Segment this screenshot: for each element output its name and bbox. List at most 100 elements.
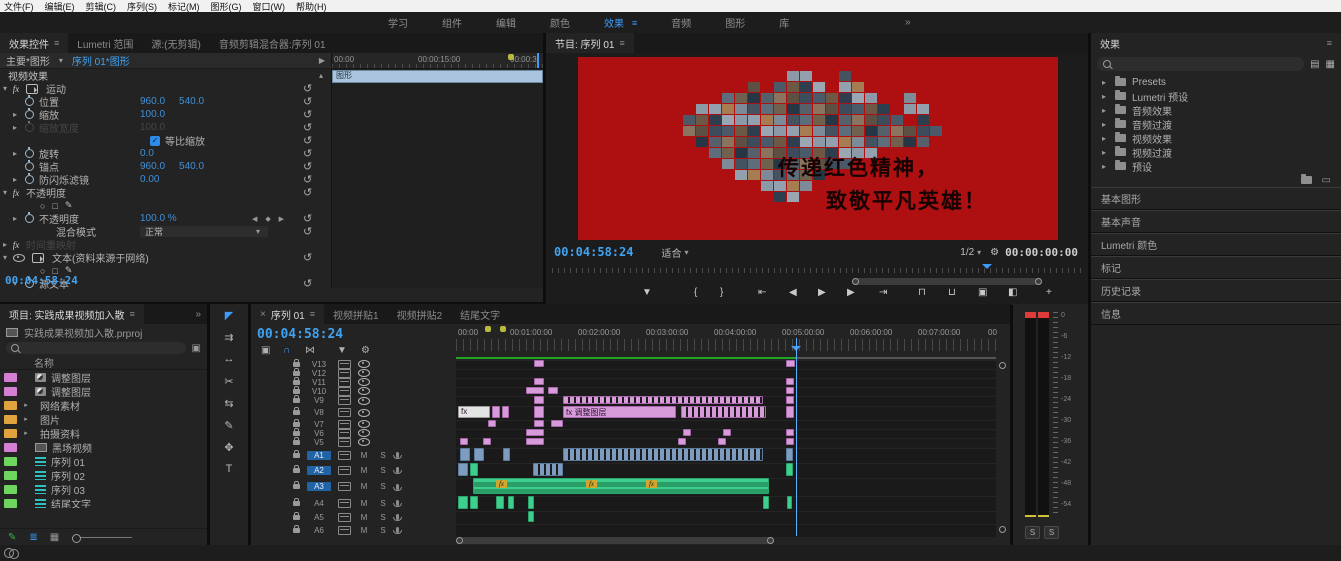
slip-tool[interactable]: ⇆ [210, 392, 248, 414]
timeline-clip[interactable] [460, 438, 468, 445]
type-tool[interactable]: T [210, 458, 248, 480]
panel-header-基本声音[interactable]: 基本声音 [1091, 210, 1341, 233]
reset-parameter-button[interactable]: ↺ [303, 279, 312, 289]
workspace-tab-组件[interactable]: 组件 [442, 15, 462, 30]
effects-bin-Presets[interactable]: ▸Presets [1091, 75, 1341, 89]
workspace-menu-icon[interactable]: ≡ [632, 18, 637, 28]
timeline-clip[interactable] [534, 378, 544, 385]
chevron-icon[interactable]: ▸ [10, 149, 20, 158]
icon-view-icon[interactable]: ▦ [50, 532, 59, 543]
toggle-track-output-icon[interactable] [358, 420, 370, 428]
effects-tab[interactable]: 效果≡ [1091, 33, 1341, 53]
voiceover-record-icon[interactable] [396, 527, 399, 533]
track-name[interactable]: V6 [307, 429, 331, 438]
panel-overflow-icon[interactable]: » [195, 309, 207, 320]
solo-button[interactable]: S [377, 499, 389, 508]
menu-item[interactable]: 剪辑(C) [86, 0, 117, 13]
button-editor-button[interactable]: + [1046, 287, 1052, 298]
timeline-clip[interactable] [460, 448, 470, 461]
zoom-slider[interactable] [72, 537, 132, 538]
reset-parameter-button[interactable]: ↺ [303, 162, 312, 172]
chevron-icon[interactable]: ▾ [0, 188, 10, 197]
timeline-clip[interactable] [786, 406, 794, 418]
reset-parameter-button[interactable]: ↺ [303, 123, 312, 133]
program-zoom-scrollbar[interactable] [852, 278, 1042, 285]
track-name[interactable]: A3 [307, 482, 331, 491]
snap-icon[interactable]: ∩ [283, 345, 290, 356]
timeline-clip[interactable] [534, 360, 544, 367]
track-name[interactable]: V9 [307, 396, 331, 405]
source-patch-icon[interactable] [338, 438, 351, 447]
workspace-overflow-icon[interactable]: » [905, 17, 911, 28]
effect-label[interactable]: 不透明度 [26, 185, 66, 200]
toggle-track-output-icon[interactable] [358, 438, 370, 446]
track-select-forward-tool[interactable]: ⇉ [210, 326, 248, 348]
track-name[interactable]: A1 [307, 451, 331, 460]
chevron-right-icon[interactable]: ▸ [1099, 120, 1109, 129]
lock-icon[interactable] [293, 440, 300, 445]
value-field[interactable]: 0.00 [140, 174, 159, 185]
panel-header-信息[interactable]: 信息 [1091, 302, 1341, 325]
value-field[interactable]: 100.0 [140, 122, 165, 133]
voiceover-record-icon[interactable] [396, 500, 399, 506]
timeline-clip[interactable] [458, 496, 468, 509]
step-forward-button[interactable]: ▶ [847, 287, 855, 298]
timeline-clip[interactable] [548, 387, 558, 394]
sequence-marker[interactable] [508, 54, 514, 60]
timeline-clip[interactable] [681, 406, 766, 418]
pen-mask-icon[interactable]: ✎ [65, 200, 73, 211]
stopwatch-icon[interactable] [25, 175, 34, 184]
timeline-clip[interactable] [786, 378, 794, 385]
close-icon[interactable]: × [260, 309, 266, 320]
mute-button[interactable]: M [358, 513, 370, 522]
track-name[interactable]: V11 [307, 378, 331, 387]
stopwatch-icon[interactable] [25, 162, 34, 171]
program-time-ruler[interactable] [552, 264, 1082, 276]
lock-icon[interactable] [293, 362, 300, 367]
track-name[interactable]: V13 [307, 360, 331, 369]
label-color-swatch[interactable] [4, 471, 17, 480]
chevron-icon[interactable]: ▸ [0, 240, 10, 249]
timeline-clip[interactable] [470, 463, 478, 476]
source-patch-icon[interactable] [338, 420, 351, 429]
track-name[interactable]: V10 [307, 387, 331, 396]
project-item-序列 02[interactable]: 序列 02 [0, 468, 207, 482]
workspace-tab-图形[interactable]: 图形 [725, 15, 745, 30]
panel-tab[interactable]: 音频剪辑混合器:序列 01 [210, 33, 335, 53]
menu-item[interactable]: 窗口(W) [253, 0, 286, 13]
timeline-clip[interactable] [508, 496, 514, 509]
timeline-clip[interactable] [786, 360, 795, 367]
chevron-right-icon[interactable]: ▸ [1099, 148, 1109, 157]
chevron-icon[interactable]: ▾ [0, 253, 10, 262]
lock-icon[interactable] [293, 515, 300, 520]
timeline-clip[interactable] [528, 511, 534, 522]
panel-tab[interactable]: Lumetri 范围 [68, 33, 142, 53]
chevron-icon[interactable]: ▸ [10, 123, 20, 132]
toggle-track-output-icon[interactable] [358, 369, 370, 377]
timeline-clip[interactable] [786, 429, 794, 436]
project-item-调整图层[interactable]: 调整图层 [0, 370, 207, 384]
timeline-clip[interactable] [483, 438, 491, 445]
play-toggle-icon[interactable]: ▶ [319, 56, 325, 65]
stopwatch-icon[interactable] [25, 123, 34, 132]
eye-icon[interactable] [13, 254, 25, 262]
timeline-clip[interactable]: fx [458, 406, 490, 418]
panel-header-历史记录[interactable]: 历史记录 [1091, 279, 1341, 302]
lock-icon[interactable] [293, 468, 300, 473]
track-name[interactable]: V12 [307, 369, 331, 378]
rect-mask-icon[interactable]: □ [52, 201, 57, 211]
track-name[interactable]: V7 [307, 420, 331, 429]
voiceover-record-icon[interactable] [396, 467, 399, 473]
value-field[interactable]: 540.0 [179, 161, 204, 172]
lock-icon[interactable] [293, 431, 300, 436]
lock-icon[interactable] [293, 410, 300, 415]
workspace-tab-学习[interactable]: 学习 [388, 15, 408, 30]
panel-menu-icon[interactable]: ≡ [1327, 38, 1332, 48]
project-item-序列 01[interactable]: 序列 01 [0, 454, 207, 468]
panel-menu-icon[interactable]: ≡ [310, 309, 315, 319]
reset-parameter-button[interactable]: ↺ [303, 227, 312, 237]
stopwatch-icon[interactable] [25, 149, 34, 158]
source-patch-icon[interactable] [338, 369, 351, 378]
new-custom-bin-icon[interactable] [1301, 176, 1312, 184]
toggle-track-output-icon[interactable] [358, 397, 370, 405]
